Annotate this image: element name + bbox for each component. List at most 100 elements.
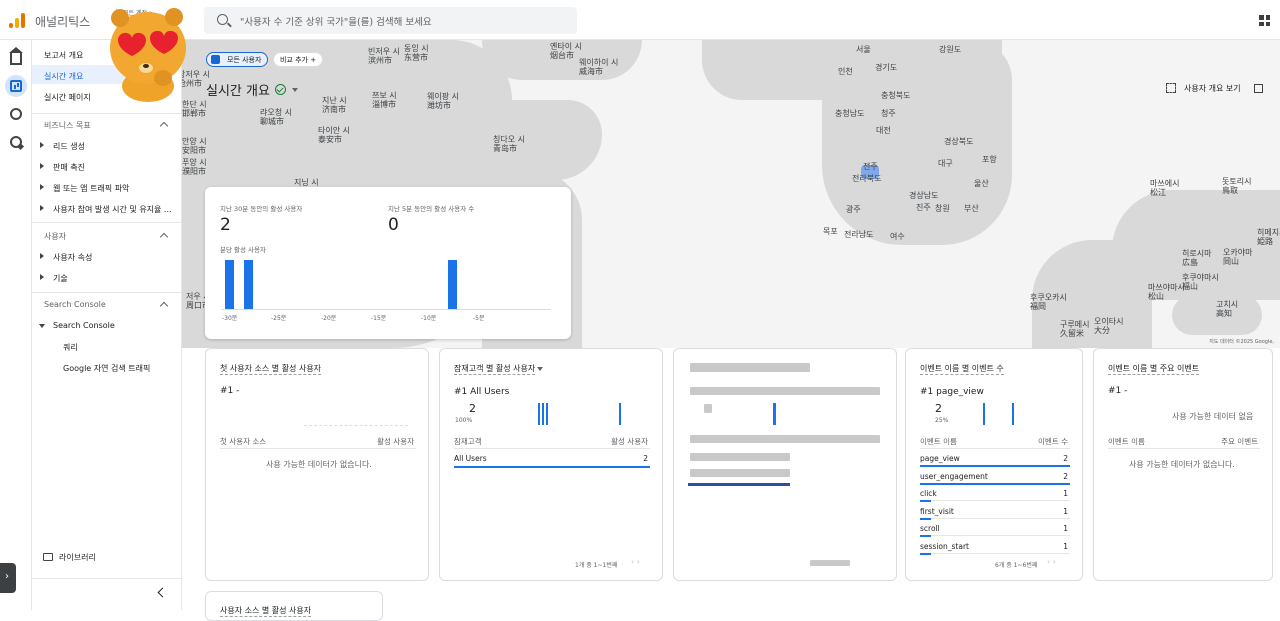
- nav-item-tech[interactable]: 기술: [53, 273, 68, 284]
- fullscreen-icon[interactable]: [1254, 84, 1263, 93]
- segment-chip-all-users[interactable]: 모든 사용자: [206, 52, 269, 67]
- divider: [1108, 448, 1260, 449]
- divider: [220, 448, 416, 449]
- explore-button[interactable]: [5, 103, 27, 125]
- user-overview-icon[interactable]: [1166, 83, 1176, 93]
- search-bar[interactable]: "사용자 수 기준 상위 국가"을(를) 검색해 보세요: [204, 7, 577, 34]
- card-title[interactable]: 잠재고객 별 활성 사용자: [454, 363, 536, 375]
- blurred-row: [690, 469, 790, 477]
- map-label-oita: 오이타시 大分: [1094, 317, 1124, 335]
- nav-realtime-pages[interactable]: 실시간 페이지: [44, 92, 91, 103]
- nav-realtime-overview[interactable]: 실시간 개요: [44, 71, 83, 82]
- card-title[interactable]: 첫 사용자 소스 별 활성 사용자: [220, 363, 322, 375]
- app-name: 애널리틱스: [35, 15, 91, 29]
- card-title[interactable]: 사용자 소스 별 활성 사용자: [220, 605, 312, 617]
- expand-arrow-icon[interactable]: [40, 253, 44, 259]
- chevron-up-icon[interactable]: [159, 232, 169, 242]
- map-label-kurume: 구루메시 久留米: [1060, 320, 1090, 338]
- title-dropdown-icon[interactable]: [292, 88, 298, 92]
- row-value-bar: [454, 466, 650, 468]
- map-label-puyang: 푸양 시 濮阳市: [182, 158, 207, 176]
- per-minute-bar[interactable]: [244, 260, 254, 309]
- chevron-up-icon[interactable]: [159, 301, 169, 311]
- advertising-icon: [10, 136, 22, 148]
- nav-item-engagement[interactable]: 사용자 참여 발생 시간 및 유지율 ...: [53, 204, 172, 215]
- per-minute-bar[interactable]: [447, 260, 457, 309]
- pagination-arrows-icon[interactable]: ‹ ›: [1047, 557, 1056, 566]
- map-label-matsuyama: 마쓰야마시 松山: [1148, 283, 1185, 301]
- axis-tick-25: -25분: [271, 315, 287, 322]
- expand-arrow-icon[interactable]: [40, 205, 44, 211]
- card-title[interactable]: 이벤트 이름 별 주요 이벤트: [1108, 363, 1200, 375]
- nav-section-business-goals[interactable]: 비즈니스 목표: [44, 120, 91, 131]
- map-label-jining: 지닝 시: [294, 178, 319, 187]
- collapse-arrow-icon[interactable]: [39, 324, 45, 328]
- column-header[interactable]: 이벤트 이름: [1108, 436, 1145, 447]
- card-title[interactable]: 이벤트 이름 별 이벤트 수: [920, 363, 1004, 375]
- divider: [920, 448, 1070, 449]
- map-label-tottori: 돗토리시 鳥取: [1222, 177, 1252, 195]
- search-input[interactable]: "사용자 수 기준 상위 국가"을(를) 검색해 보세요: [240, 14, 432, 28]
- top-percent: 100%: [455, 417, 473, 424]
- per-minute-bar[interactable]: [225, 260, 234, 309]
- map-label-shimane: 마쓰에시 松江: [1150, 179, 1180, 197]
- column-header[interactable]: 이벤트 수: [1038, 436, 1068, 447]
- nav-item-traffic[interactable]: 웹 또는 앱 트래픽 파악: [53, 183, 129, 194]
- nav-section-user[interactable]: 사용자: [44, 231, 66, 242]
- reports-nav: 보고서 개요 실시간 개요 실시간 페이지 비즈니스 목표 리드 생성 판매 촉…: [32, 40, 182, 610]
- card-user-source: 사용자 소스 별 활성 사용자: [205, 591, 383, 621]
- nav-section-search-console[interactable]: Search Console: [44, 300, 106, 309]
- collapse-nav-icon[interactable]: [157, 587, 168, 598]
- nav-item-user-attributes[interactable]: 사용자 속성: [53, 252, 92, 263]
- expand-arrow-icon[interactable]: [40, 274, 44, 280]
- column-header[interactable]: 주요 이벤트: [1221, 436, 1258, 447]
- nav-reports-overview[interactable]: 보고서 개요: [44, 50, 83, 61]
- map-label-jeonnam: 전라남도: [844, 230, 874, 239]
- divider: [454, 448, 650, 449]
- column-header[interactable]: 이벤트 이름: [920, 436, 957, 447]
- expand-arrow-icon[interactable]: [40, 184, 44, 190]
- map-label-okayama: 오카야마 岡山: [1223, 248, 1253, 266]
- add-comparison-button[interactable]: 비교 추가 +: [273, 52, 324, 67]
- map-label-hiroshima: 히로시마 広島: [1182, 249, 1212, 267]
- empty-chart-message: 사용 가능한 데이터 없음: [1172, 412, 1254, 421]
- map-label-binzhou: 빈저우 시 滨州市: [368, 47, 400, 65]
- chevron-up-icon[interactable]: [159, 121, 169, 131]
- expand-arrow-icon[interactable]: [40, 142, 44, 148]
- nav-item-search-console[interactable]: Search Console: [53, 321, 115, 330]
- nav-item-sales[interactable]: 판매 촉진: [53, 162, 85, 173]
- row-value-bar: [920, 465, 1070, 467]
- row-value-bar: [920, 517, 931, 520]
- event-count: 1: [1063, 542, 1068, 551]
- nav-item-leads[interactable]: 리드 생성: [53, 141, 85, 152]
- blurred-row: [690, 453, 790, 461]
- search-icon: [217, 14, 228, 25]
- expand-arrow-icon[interactable]: [40, 163, 44, 169]
- analytics-logo-icon[interactable]: [9, 13, 25, 28]
- map-label-jinju: 진주: [916, 203, 931, 212]
- top-rank: #1 All Users: [454, 387, 510, 397]
- pagination-arrows-icon[interactable]: ‹ ›: [631, 557, 640, 566]
- chevron-down-icon[interactable]: [537, 367, 543, 371]
- nav-library[interactable]: 라이브러리: [59, 552, 96, 563]
- map-label-fukuyama: 후쿠야마시 福山: [1182, 273, 1219, 291]
- realtime-users-card: 지난 30분 동안의 활성 사용자 2 지난 5분 동안의 활성 사용자 수 0…: [205, 187, 571, 339]
- nav-item-organic-traffic[interactable]: Google 자연 검색 트래픽: [63, 363, 150, 374]
- column-header[interactable]: 활성 사용자: [611, 436, 648, 447]
- active-30min-label: 지난 30분 동안의 활성 사용자: [220, 205, 303, 213]
- column-header[interactable]: 잠재고객: [454, 436, 482, 447]
- column-header[interactable]: 활성 사용자: [377, 436, 414, 447]
- map-label-yeosu: 여수: [890, 232, 905, 241]
- apps-grid-icon[interactable]: [1259, 15, 1270, 26]
- map-label-chungbuk: 충청북도: [881, 91, 911, 100]
- map-label-weihai: 웨이하이 시 威海市: [579, 58, 619, 76]
- advertising-button[interactable]: [5, 131, 27, 153]
- column-header[interactable]: 첫 사용자 소스: [220, 436, 266, 447]
- home-button[interactable]: [5, 47, 27, 70]
- reports-button[interactable]: [5, 75, 27, 97]
- view-user-overview-button[interactable]: 사용자 개요 보기: [1184, 83, 1241, 94]
- map-label-busan: 부산: [964, 204, 979, 213]
- nav-item-queries[interactable]: 쿼리: [63, 342, 78, 353]
- expand-panel-button[interactable]: ›: [0, 563, 16, 593]
- no-data-message: 사용 가능한 데이터가 없습니다.: [266, 460, 372, 469]
